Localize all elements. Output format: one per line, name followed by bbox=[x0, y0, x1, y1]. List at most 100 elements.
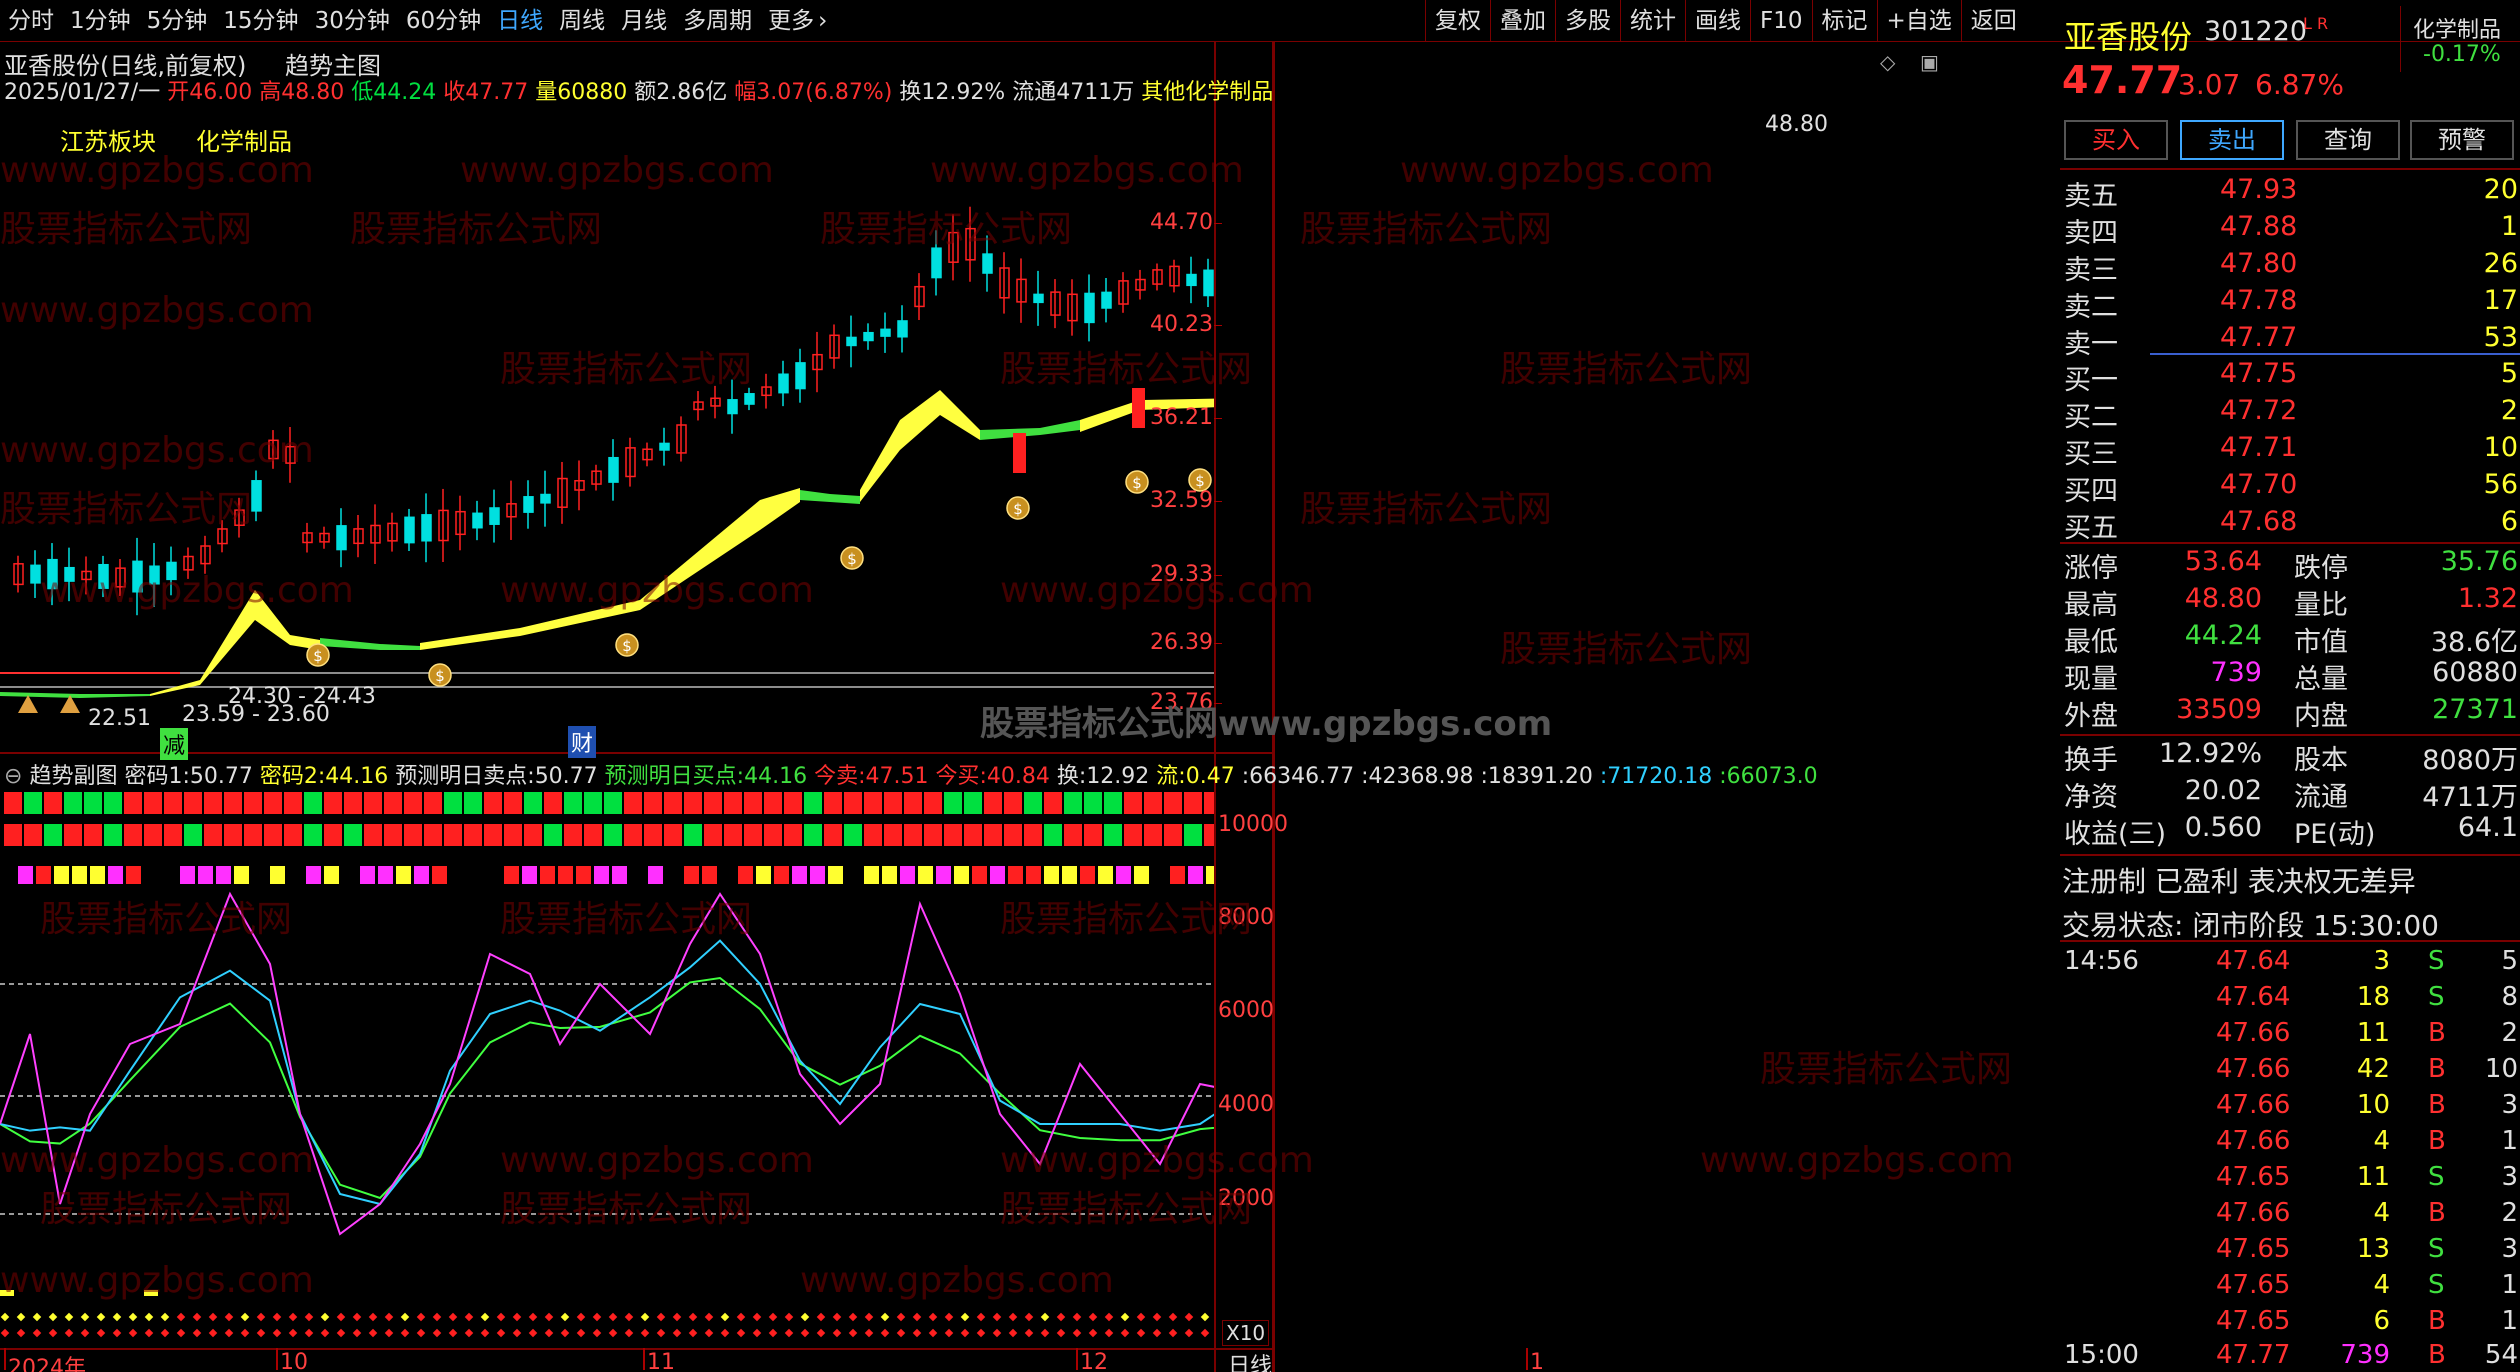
bid-row[interactable]: 买四 47.70 56 bbox=[2060, 469, 2520, 507]
signal-block bbox=[744, 792, 762, 814]
toolbar-button-3[interactable]: 统计 bbox=[1620, 0, 1685, 42]
bid-row[interactable]: 买二 47.72 2 bbox=[2060, 395, 2520, 433]
signal-diamond bbox=[64, 1312, 74, 1322]
candlestick-chart[interactable]: $$$$$$$$$$ bbox=[0, 90, 1214, 750]
time-tick: 10 bbox=[280, 1350, 308, 1372]
money-bag-icon: $ bbox=[306, 643, 330, 667]
trade-button-2[interactable]: 查询 bbox=[2296, 120, 2400, 160]
signal-diamond bbox=[208, 1328, 218, 1338]
signal-block bbox=[180, 866, 195, 884]
ask-row[interactable]: 卖五 47.93 20 bbox=[2060, 174, 2520, 212]
toolbar-button-8[interactable]: 返回 bbox=[1960, 0, 2026, 42]
bid-price: 47.70 bbox=[2220, 469, 2298, 500]
signal-block bbox=[1184, 824, 1202, 846]
toolbar-button-2[interactable]: 多股 bbox=[1555, 0, 1620, 42]
toolbar-button-0[interactable]: 复权 bbox=[1425, 0, 1490, 42]
signal-block bbox=[684, 792, 702, 814]
bid-volume: 5 bbox=[2500, 358, 2518, 389]
signal-block bbox=[234, 866, 249, 884]
signal-block bbox=[804, 824, 822, 846]
period-tab-10[interactable]: 更多 › bbox=[760, 0, 835, 42]
stat-value: 60880 bbox=[2432, 657, 2518, 688]
quote-stock-name: 亚香股份 bbox=[2064, 18, 2193, 56]
signal-block bbox=[990, 866, 1005, 884]
trade-button-1[interactable]: 卖出 bbox=[2180, 120, 2284, 160]
signal-diamond bbox=[624, 1328, 634, 1338]
period-tab-3[interactable]: 15分钟 bbox=[215, 0, 306, 42]
signal-block bbox=[564, 792, 582, 814]
signal-diamond bbox=[224, 1328, 234, 1338]
price-tick-mark bbox=[1214, 223, 1222, 224]
diamond-icon[interactable]: ◇ bbox=[1880, 50, 1895, 74]
price-tick-mark bbox=[1214, 418, 1222, 419]
signal-diamond bbox=[672, 1312, 682, 1322]
toolbar-button-6[interactable]: 标记 bbox=[1811, 0, 1877, 42]
signal-diamond bbox=[16, 1312, 26, 1322]
deal-side: B bbox=[2428, 1018, 2446, 1048]
signal-block bbox=[84, 792, 102, 814]
signal-diamond bbox=[960, 1312, 970, 1322]
deal-count: 3 bbox=[2501, 1090, 2518, 1120]
stat-label: 最低 bbox=[2064, 627, 2118, 658]
bid-row[interactable]: 买一 47.75 5 bbox=[2060, 358, 2520, 396]
ask-row[interactable]: 卖二 47.78 17 bbox=[2060, 285, 2520, 323]
ask-row[interactable]: 卖四 47.88 1 bbox=[2060, 211, 2520, 249]
period-tab-8[interactable]: 月线 bbox=[613, 0, 675, 42]
signal-diamond bbox=[1024, 1312, 1034, 1322]
ask-label: 卖四 bbox=[2064, 218, 2118, 249]
signal-block bbox=[264, 824, 282, 846]
signal-diamond bbox=[80, 1312, 90, 1322]
bid-row[interactable]: 买三 47.71 10 bbox=[2060, 432, 2520, 470]
ask-row[interactable]: 卖三 47.80 26 bbox=[2060, 248, 2520, 286]
period-tab-0[interactable]: 分时 bbox=[0, 0, 62, 42]
toolbar-button-1[interactable]: 叠加 bbox=[1490, 0, 1555, 42]
deal-count: 2 bbox=[2501, 1018, 2518, 1048]
oscillator-chart[interactable] bbox=[0, 784, 1214, 1348]
trade-button-3[interactable]: 预警 bbox=[2410, 120, 2514, 160]
axis-period-label[interactable]: 日线 bbox=[1228, 1348, 1272, 1372]
signal-block bbox=[684, 866, 699, 884]
toolbar-button-5[interactable]: F10 bbox=[1750, 0, 1812, 42]
period-tab-6[interactable]: 日线 bbox=[489, 0, 551, 42]
stat-row: 涨停 53.64 跌停 35.76 bbox=[2060, 546, 2520, 584]
candle-body bbox=[897, 320, 908, 338]
stat-row: 外盘 33509 内盘 27371 bbox=[2060, 694, 2520, 732]
bid-label: 买五 bbox=[2064, 513, 2118, 544]
ask-volume: 53 bbox=[2483, 322, 2518, 353]
signal-diamond bbox=[304, 1312, 314, 1322]
signal-block bbox=[72, 866, 87, 884]
window-icon[interactable]: ▣ bbox=[1920, 50, 1939, 74]
scale-label[interactable]: X10 bbox=[1222, 1320, 1270, 1346]
period-tab-4[interactable]: 30分钟 bbox=[307, 0, 398, 42]
signal-diamond bbox=[320, 1312, 330, 1322]
period-tab-7[interactable]: 周线 bbox=[551, 0, 613, 42]
signal-block bbox=[1008, 866, 1023, 884]
signal-block bbox=[844, 824, 862, 846]
period-tab-1[interactable]: 1分钟 bbox=[62, 0, 139, 42]
signal-diamond bbox=[896, 1328, 906, 1338]
signal-diamond bbox=[1040, 1328, 1050, 1338]
bid-row[interactable]: 买五 47.68 6 bbox=[2060, 506, 2520, 544]
signal-block bbox=[484, 824, 502, 846]
money-bag-icon: $ bbox=[615, 633, 639, 657]
period-tab-9[interactable]: 多周期 bbox=[675, 0, 760, 42]
period-tab-5[interactable]: 60分钟 bbox=[398, 0, 489, 42]
candle-body bbox=[30, 564, 41, 584]
signal-block bbox=[4, 824, 22, 846]
signal-block bbox=[828, 866, 843, 884]
trade-button-0[interactable]: 买入 bbox=[2064, 120, 2168, 160]
deal-row: 14:56 47.64 3 S 5 bbox=[2060, 946, 2520, 982]
candle-body bbox=[659, 442, 670, 451]
toolbar-button-4[interactable]: 画线 bbox=[1685, 0, 1750, 42]
deal-row: 47.64 18 S 8 bbox=[2060, 982, 2520, 1018]
sector-box[interactable]: 化学制品 -0.17% bbox=[2400, 6, 2518, 72]
signal-block bbox=[810, 866, 825, 884]
signal-diamond bbox=[0, 1312, 10, 1322]
period-tab-2[interactable]: 5分钟 bbox=[139, 0, 216, 42]
signal-block bbox=[644, 824, 662, 846]
signal-diamond bbox=[704, 1312, 714, 1322]
toolbar-button-7[interactable]: +自选 bbox=[1876, 0, 1961, 42]
signal-block bbox=[1144, 792, 1162, 814]
signal-diamond bbox=[1072, 1312, 1082, 1322]
signal-block bbox=[1124, 792, 1142, 814]
